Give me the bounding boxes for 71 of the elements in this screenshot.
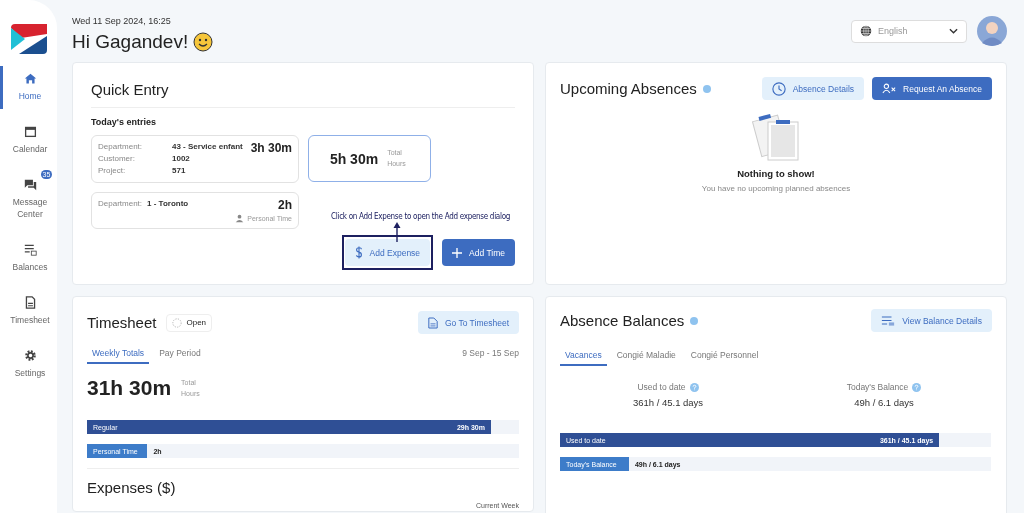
field-value: 571 [172, 165, 186, 177]
plus-icon [452, 247, 463, 258]
greeting: Hi Gagandev! [72, 31, 189, 53]
field-label: Department: [98, 141, 144, 153]
info-icon [690, 316, 699, 325]
status-label: Open [186, 318, 207, 327]
field-value: 1 - Toronto [147, 198, 189, 210]
field-label: Department: [98, 198, 143, 210]
date-time: Wed 11 Sep 2024, 16:25 [72, 16, 172, 26]
language-dropdown[interactable]: English [851, 19, 967, 43]
entry-card[interactable]: Department: 43 - Service enfant Customer: 1002 Project: 571 3h 30m [91, 135, 299, 183]
field-label: Customer: [98, 153, 136, 165]
document-icon [427, 316, 438, 329]
total-value: 31h 30m [87, 376, 172, 400]
empty-message: You have no upcoming planned absences [701, 184, 851, 193]
nav-item[interactable]: Timesheet [0, 289, 57, 333]
section-heading: Today's entries [91, 117, 157, 127]
stat-value: 361h / 45.1 days [632, 397, 704, 408]
card-title: Upcoming Absences [560, 80, 697, 97]
entry-duration: 2h [278, 198, 292, 212]
nav-item[interactable]: Settings [0, 342, 57, 386]
stat-label: Used to date [637, 382, 686, 392]
entry-duration: 3h 30m [250, 141, 292, 155]
globe-icon [860, 25, 872, 37]
clipboard-icon [751, 112, 801, 162]
chat-icon [23, 177, 37, 191]
clock-icon [771, 81, 786, 96]
avatar[interactable] [977, 16, 1007, 46]
tab[interactable]: Weekly Totals [87, 344, 150, 364]
request-absence-button[interactable]: Request An Absence [872, 77, 992, 100]
add-expense-button[interactable]: Add Expense [344, 239, 431, 266]
chevron-down-icon [949, 28, 958, 34]
info-icon [702, 84, 711, 93]
card-title: Quick Entry [91, 81, 170, 98]
field-value: 43 - Service enfant [172, 141, 243, 153]
absence-details-button[interactable]: Absence Details [761, 77, 865, 100]
nav-item[interactable]: Calendar [0, 118, 57, 162]
field-value: 1002 [172, 153, 190, 165]
nav-item[interactable]: Home [0, 66, 57, 109]
spinner-icon [172, 317, 183, 328]
tab[interactable]: Congié Personnel [685, 346, 764, 366]
list-icon [881, 315, 896, 326]
total-value: 5h 30m [329, 150, 379, 167]
calendar-icon [23, 124, 37, 138]
field-label: Project: [98, 165, 127, 177]
card-title: Absence Balances [560, 312, 685, 329]
stat-label: Today's Balance [846, 382, 909, 392]
dollar-icon [354, 246, 363, 259]
tab[interactable]: Pay Period [154, 344, 206, 364]
home-icon [23, 72, 37, 85]
person-icon [235, 214, 245, 223]
stat-value: 49h / 6.1 days [854, 397, 914, 408]
logo-icon [10, 24, 47, 54]
tab[interactable]: Vacances [560, 346, 607, 366]
person-x-icon [882, 83, 897, 94]
nav-item[interactable]: Balances [0, 237, 57, 280]
section-title: Expenses ($) [87, 479, 177, 496]
view-balance-details-button[interactable]: View Balance Details [871, 309, 992, 332]
annotation-text: Click on Add Expense to open the Add expense dialog [331, 212, 511, 221]
date-range: 9 Sep - 15 Sep [462, 348, 519, 358]
go-to-timesheet-button[interactable]: Go To Timesheet [417, 311, 519, 334]
empty-title: Nothing to show! [737, 168, 815, 179]
settings-icon [23, 348, 37, 362]
help-icon [689, 382, 699, 392]
add-time-button[interactable]: Add Time [442, 239, 515, 266]
smiley-icon [193, 32, 214, 52]
document-icon [23, 295, 37, 309]
list-icon [23, 243, 37, 256]
help-icon [912, 382, 922, 392]
tab[interactable]: Congié Maladie [611, 346, 681, 366]
card-title: Timesheet [87, 314, 157, 331]
